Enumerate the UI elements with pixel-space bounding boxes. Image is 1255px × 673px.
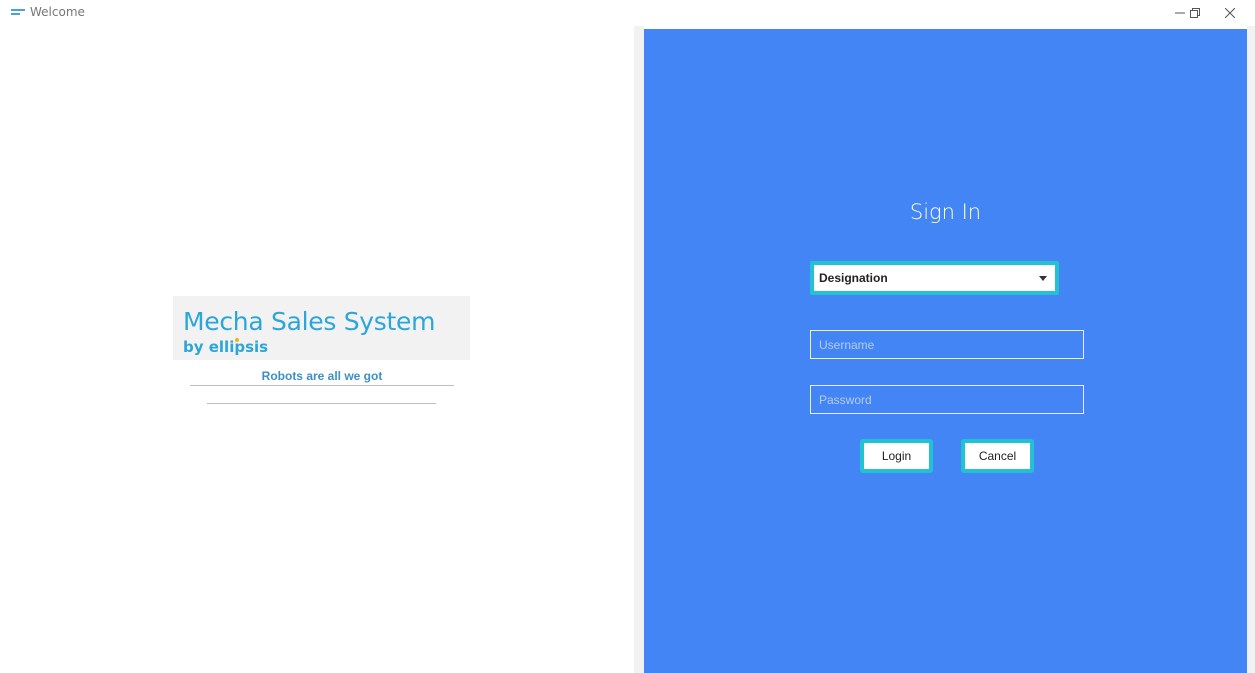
close-button[interactable]: [1215, 0, 1245, 26]
close-icon: [1225, 8, 1235, 18]
cancel-button[interactable]: Cancel: [961, 439, 1034, 473]
logo-accent-dot: [235, 338, 239, 342]
chevron-down-icon: [1039, 276, 1047, 281]
username-field[interactable]: [810, 330, 1084, 359]
product-logo: Mecha Sales System by ellipsis: [173, 296, 470, 360]
divider: [190, 385, 454, 386]
designation-select[interactable]: Designation: [810, 261, 1059, 295]
signin-panel: Sign In Designation Login Cancel: [644, 29, 1247, 673]
title-bar: Welcome: [0, 0, 1255, 26]
tagline: Robots are all we got: [261, 369, 383, 383]
password-field[interactable]: [810, 385, 1084, 414]
restore-button[interactable]: [1180, 0, 1210, 26]
window-edge: [1247, 26, 1255, 673]
login-button[interactable]: Login: [860, 439, 933, 473]
logo-company-name: by ellipsis: [183, 338, 269, 356]
app-icon: [11, 8, 25, 18]
restore-icon: [1190, 8, 1200, 18]
pane-separator: [634, 26, 644, 673]
designation-selected-value: Designation: [819, 271, 888, 285]
logo-product-name: Mecha Sales System: [183, 307, 436, 336]
window-title: Welcome: [30, 5, 85, 19]
divider: [207, 403, 436, 404]
signin-title: Sign In: [909, 200, 982, 224]
